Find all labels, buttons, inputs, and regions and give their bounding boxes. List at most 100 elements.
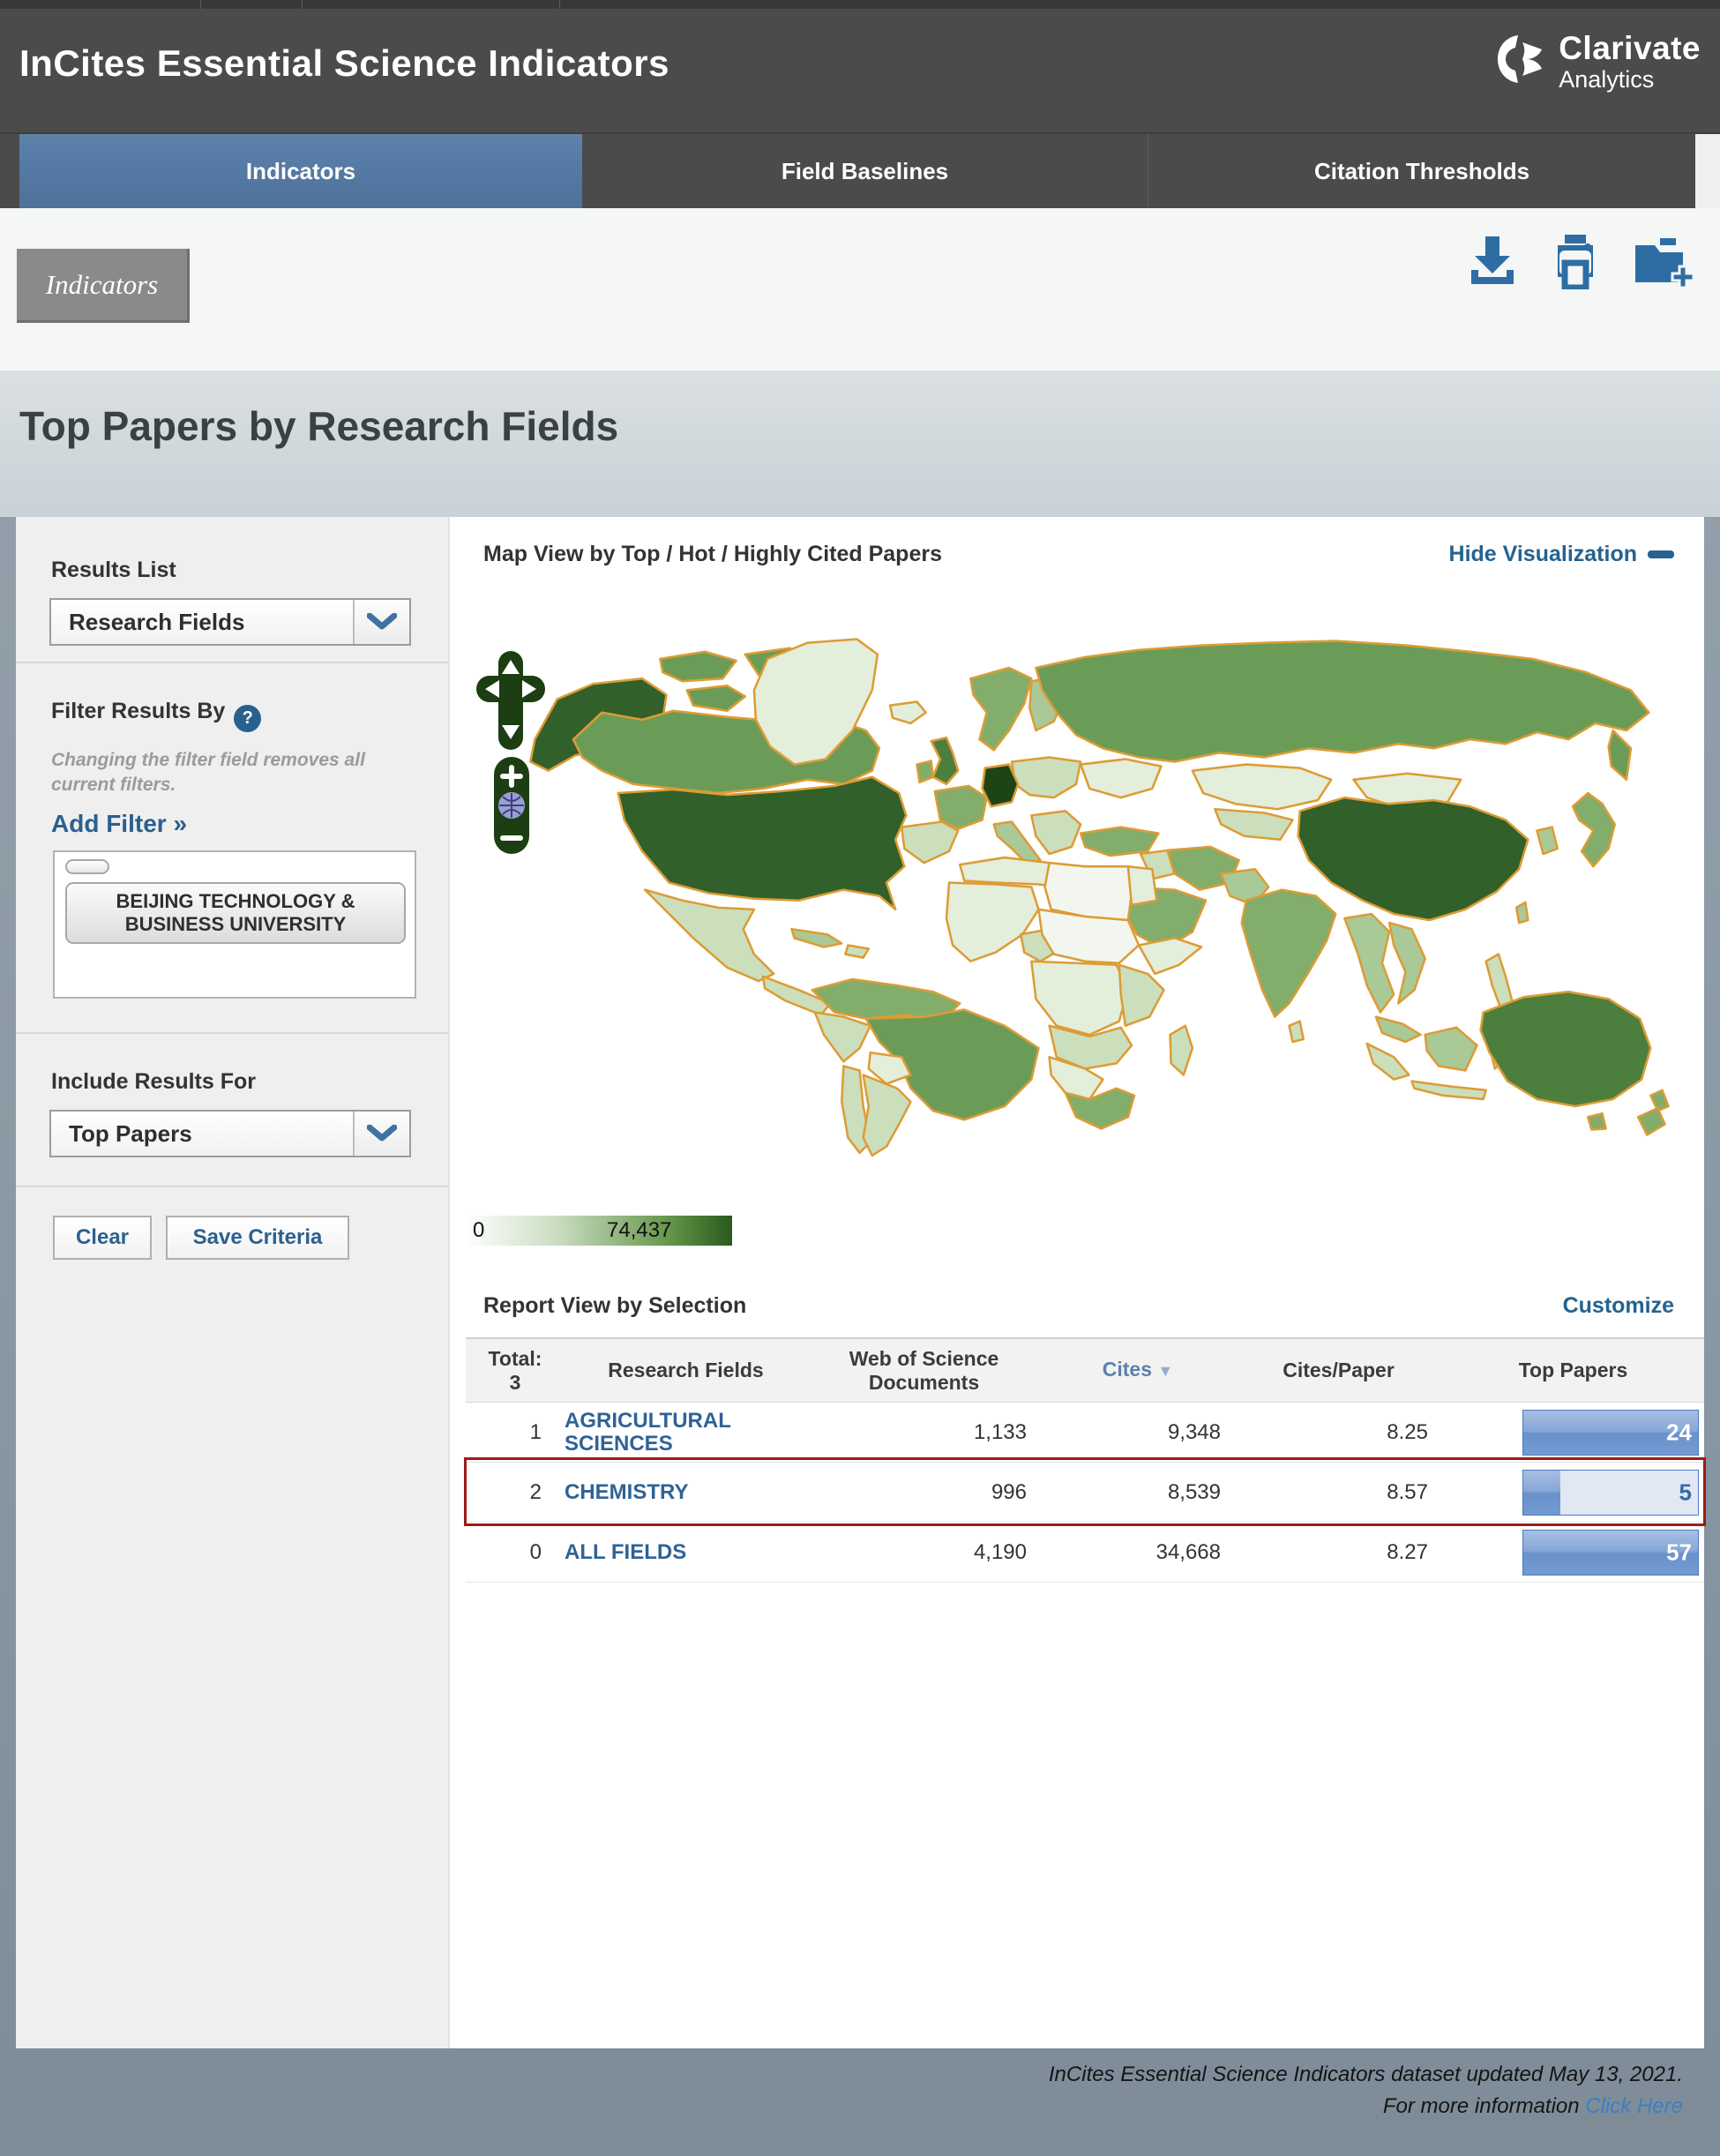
map-region-korea[interactable] [1536, 826, 1559, 856]
breadcrumb-indicators-button[interactable]: Indicators [17, 249, 190, 323]
field-link[interactable]: ALL FIELDS [565, 1540, 807, 1564]
world-choropleth-map[interactable] [459, 605, 1685, 1164]
brand-sub: Analytics [1559, 66, 1655, 93]
cites-value: 34,668 [1155, 1539, 1221, 1564]
results-list-value: Research Fields [69, 608, 245, 635]
map-region-srilanka[interactable] [1288, 1020, 1305, 1044]
map-region-india[interactable] [1240, 888, 1337, 1018]
map-region-nz-south[interactable] [1636, 1106, 1666, 1136]
results-list-label: Results List [51, 558, 176, 582]
tab-field-baselines[interactable]: Field Baselines [582, 134, 1148, 208]
col-wos-documents[interactable]: Web of Science Documents [807, 1347, 1041, 1395]
app-title: InCites Essential Science Indicators [19, 42, 669, 84]
map-region-mexico[interactable] [643, 888, 775, 983]
col-cites-per-paper[interactable]: Cites/Paper [1235, 1359, 1442, 1382]
map-region-argentina[interactable] [862, 1074, 912, 1157]
row-rank: 2 [529, 1479, 542, 1504]
footer-line1: InCites Essential Science Indicators dat… [1048, 2062, 1683, 2086]
download-icon[interactable] [1468, 235, 1517, 289]
map-region-turkey[interactable] [1079, 826, 1160, 857]
map-region-taiwan[interactable] [1514, 901, 1529, 925]
map-region-tasmania[interactable] [1587, 1112, 1607, 1131]
map-region-myanmar[interactable] [1343, 912, 1395, 1014]
page-title-band: Top Papers by Research Fields [0, 371, 1720, 517]
filter-chip-university[interactable]: BEIJING TECHNOLOGY & BUSINESS UNIVERSITY [65, 882, 406, 944]
include-results-value: Top Papers [69, 1119, 192, 1147]
map-region-can-isl-1[interactable] [659, 650, 737, 683]
results-table: Total: 3 Research Fields Web of Science D… [466, 1337, 1704, 1583]
map-region-ireland[interactable] [916, 760, 935, 784]
row-rank: 0 [529, 1539, 542, 1564]
map-region-uk[interactable] [930, 736, 960, 786]
map-region-southafrica[interactable] [1064, 1087, 1136, 1130]
main-panel: Map View by Top / Hot / Highly Cited Pap… [450, 517, 1706, 2048]
results-list-select[interactable]: Research Fields [49, 598, 411, 646]
map-region-ukraine[interactable] [1079, 758, 1163, 799]
add-filter-link[interactable]: Add Filter » [51, 810, 187, 838]
map-region-iceland[interactable] [888, 700, 927, 725]
click-here-link[interactable]: Click Here [1585, 2094, 1683, 2118]
map-region-centralasia[interactable] [1214, 808, 1294, 842]
map-region-germany[interactable] [981, 763, 1020, 808]
sidebar-divider [16, 662, 448, 663]
page-title: Top Papers by Research Fields [19, 403, 619, 449]
tab-indicators[interactable]: Indicators [19, 134, 582, 208]
map-region-centralafrica[interactable] [1030, 960, 1130, 1037]
footer-line2: For more information Click Here [1382, 2094, 1683, 2118]
map-region-sumatra[interactable] [1365, 1042, 1410, 1081]
report-view-title: Report View by Selection [483, 1293, 747, 1318]
minus-icon [1648, 550, 1674, 558]
map-region-peru[interactable] [813, 1011, 872, 1063]
map-zoom-control[interactable] [494, 757, 529, 854]
map-region-japan[interactable] [1571, 791, 1617, 868]
col-research-fields[interactable]: Research Fields [565, 1359, 807, 1382]
save-criteria-button[interactable]: Save Criteria [166, 1216, 349, 1260]
field-link[interactable]: CHEMISTRY [565, 1480, 807, 1504]
top-papers-bar: 24 [1522, 1409, 1699, 1456]
tab-citation-thresholds[interactable]: Citation Thresholds [1148, 134, 1695, 208]
col-top-papers[interactable]: Top Papers [1442, 1359, 1704, 1382]
map-region-kazakhstan[interactable] [1191, 763, 1333, 811]
map-region-madagascar[interactable] [1169, 1024, 1194, 1076]
map-region-hispaniola[interactable] [844, 944, 870, 959]
help-icon[interactable]: ? [234, 705, 262, 732]
toolbar-row: Indicators [0, 208, 1720, 371]
map-region-iberia[interactable] [900, 820, 960, 865]
map-region-malaysia[interactable] [1374, 1015, 1422, 1044]
sidebar-divider [16, 1032, 448, 1034]
map-region-cuba[interactable] [790, 927, 843, 948]
map-region-nz-north[interactable] [1649, 1089, 1670, 1112]
hide-visualization-link[interactable]: Hide Visualization [1449, 542, 1674, 567]
field-link[interactable]: AGRICULTURAL SCIENCES [565, 1409, 807, 1456]
map-region-java[interactable] [1410, 1080, 1487, 1101]
table-row: 1 AGRICULTURAL SCIENCES 1,133 9,348 8.25… [466, 1403, 1704, 1463]
map-region-can-isl-3[interactable] [685, 685, 747, 712]
clear-button[interactable]: Clear [53, 1216, 152, 1260]
col-cites-sorted[interactable]: Cites ▼ [1041, 1358, 1235, 1383]
map-region-australia[interactable] [1479, 990, 1652, 1108]
map-region-china[interactable] [1297, 796, 1529, 922]
map-region-horn[interactable] [1137, 937, 1203, 976]
filter-pill[interactable] [65, 859, 109, 874]
top-papers-bar: 5 [1522, 1469, 1699, 1516]
cites-value: 8,539 [1167, 1479, 1221, 1504]
map-region-usa[interactable] [617, 775, 908, 911]
docs-value: 1,133 [973, 1419, 1027, 1444]
map-region-balkans[interactable] [1030, 810, 1082, 856]
map-region-kamchatka[interactable] [1607, 729, 1633, 782]
map-region-philippines[interactable] [1484, 953, 1514, 1011]
map-region-scandinavia[interactable] [969, 666, 1033, 752]
map-region-borneo[interactable] [1424, 1026, 1478, 1072]
esi-application-window: InCites Essential Science Indicators Cla… [0, 0, 1720, 2156]
map-region-russia[interactable] [1035, 640, 1650, 763]
print-icon[interactable] [1549, 233, 1602, 289]
map-region-vietnam[interactable] [1387, 921, 1426, 1005]
sidebar-divider [16, 1186, 448, 1187]
customize-link[interactable]: Customize [1563, 1293, 1674, 1319]
include-results-select[interactable]: Top Papers [49, 1110, 411, 1157]
map-region-egypt[interactable] [1126, 865, 1158, 907]
map-region-ceurope[interactable] [1010, 756, 1082, 799]
map-pan-control[interactable] [476, 651, 545, 750]
folder-add-icon[interactable] [1634, 236, 1699, 289]
filter-results-label: Filter Results By? [51, 699, 262, 732]
